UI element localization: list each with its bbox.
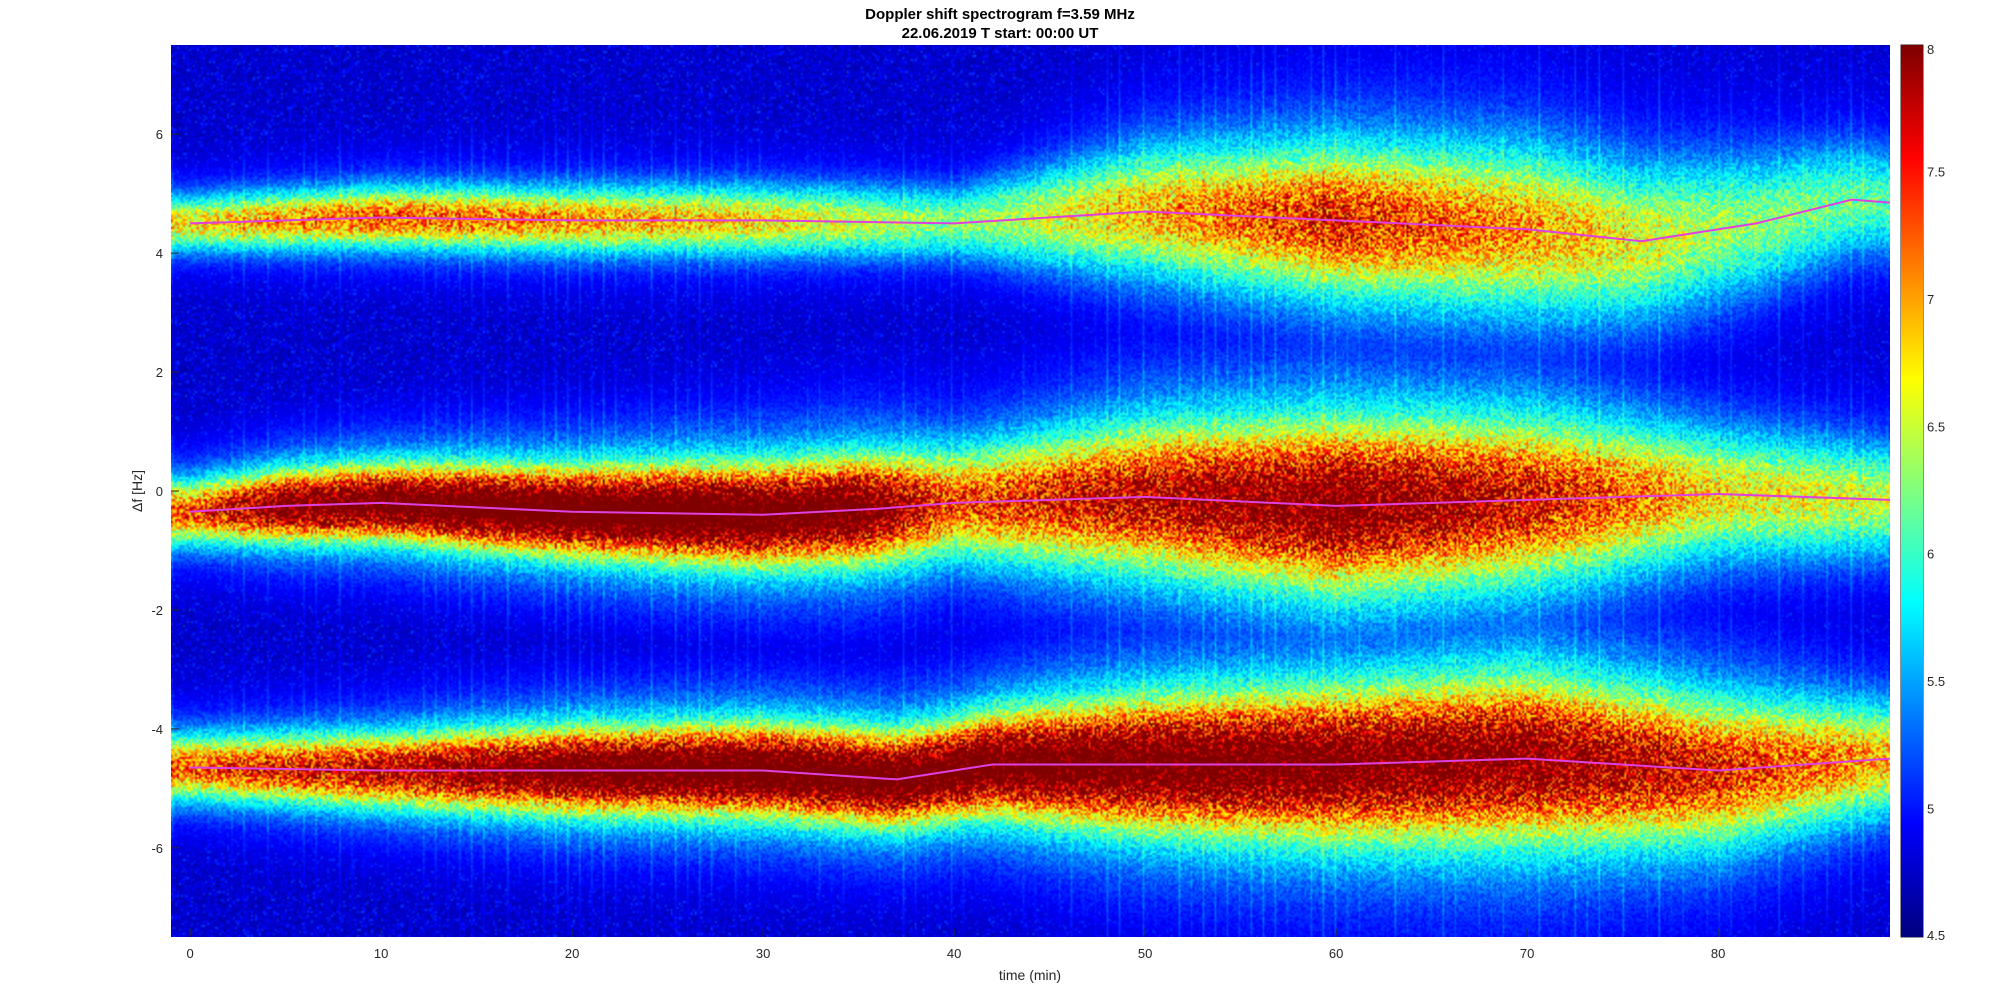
y-tick-label: -4 bbox=[151, 722, 163, 737]
x-tick-label: 50 bbox=[1138, 946, 1152, 961]
y-tick-label: -2 bbox=[151, 603, 163, 618]
colorbar-gradient bbox=[1901, 45, 1923, 937]
colorbar-tick-label: 5.5 bbox=[1927, 674, 1945, 689]
x-tick-label: 40 bbox=[947, 946, 961, 961]
x-tick-label: 80 bbox=[1711, 946, 1725, 961]
y-axis-label: Δf [Hz] bbox=[129, 470, 145, 512]
x-tick-label: 70 bbox=[1520, 946, 1534, 961]
colorbar-tick-label: 4.5 bbox=[1927, 928, 1945, 943]
y-tick-label: -6 bbox=[151, 841, 163, 856]
y-tick-label: 4 bbox=[156, 246, 163, 261]
colorbar-tick-label: 7 bbox=[1927, 292, 1934, 307]
x-tick-label: 60 bbox=[1329, 946, 1343, 961]
y-tick-label: 6 bbox=[156, 127, 163, 142]
colorbar-tick-label: 7.5 bbox=[1927, 164, 1945, 179]
x-axis-ticks: 0 10 20 30 40 50 60 70 80 bbox=[186, 929, 1725, 961]
x-tick-label: 10 bbox=[374, 946, 388, 961]
y-tick-label: 2 bbox=[156, 365, 163, 380]
colorbar-tick-label: 6 bbox=[1927, 547, 1934, 562]
x-tick-label: 20 bbox=[565, 946, 579, 961]
x-axis-label: time (min) bbox=[999, 967, 1061, 983]
colorbar-tick-label: 6.5 bbox=[1927, 419, 1945, 434]
colorbar-tick-label: 8 bbox=[1927, 42, 1934, 57]
axes: 0 10 20 30 40 50 60 70 80 -6 -4 -2 0 2 4 6 4.5 5 5.5 6 6.5… bbox=[129, 42, 1945, 983]
colorbar bbox=[1901, 45, 1923, 937]
y-axis-ticks: -6 -4 -2 0 2 4 6 bbox=[151, 127, 179, 856]
spectrogram-figure: Doppler shift spectrogram f=3.59 MHz 22.… bbox=[0, 0, 2000, 1003]
colorbar-tick-label: 5 bbox=[1927, 802, 1934, 817]
x-tick-label: 0 bbox=[186, 946, 193, 961]
x-tick-label: 30 bbox=[756, 946, 770, 961]
y-tick-label: 0 bbox=[156, 484, 163, 499]
